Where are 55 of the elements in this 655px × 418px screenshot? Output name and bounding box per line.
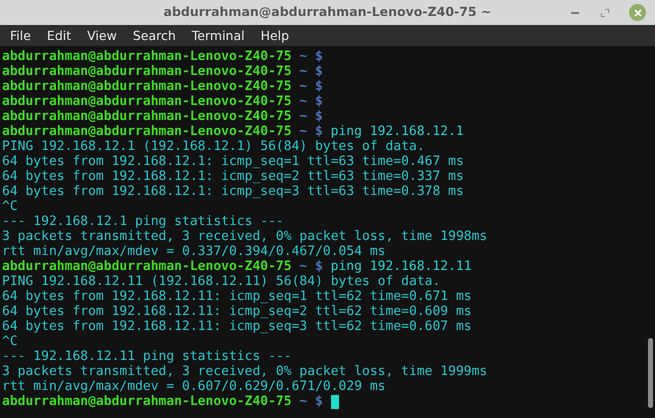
output-line: 64 bytes from 192.168.12.11: icmp_seq=2 ttl=62 time=0.609 ms <box>2 304 472 319</box>
maximize-icon <box>601 9 609 17</box>
prompt-user-host: abdurrahman@abdurrahman-Lenovo-Z40-75 <box>2 124 292 139</box>
prompt-user-host: abdurrahman@abdurrahman-Lenovo-Z40-75 <box>2 259 292 274</box>
window-title: abdurrahman@abdurrahman-Lenovo-Z40-75 ~ <box>164 3 492 22</box>
prompt-path: ~ <box>299 259 308 274</box>
output-line: --- 192.168.12.11 ping statistics --- <box>2 349 292 364</box>
output-line: rtt min/avg/max/mdev = 0.607/0.629/0.671/0.029 ms <box>2 379 386 394</box>
prompt-user-host: abdurrahman@abdurrahman-Lenovo-Z40-75 <box>2 109 292 124</box>
prompt-symbol: $ <box>315 49 323 64</box>
menu-item[interactable]: Edit <box>38 25 80 46</box>
prompt-symbol: $ <box>315 64 323 79</box>
output-line: 64 bytes from 192.168.12.11: icmp_seq=3 ttl=62 time=0.607 ms <box>2 319 472 334</box>
prompt-path: ~ <box>299 94 308 109</box>
menu-item[interactable]: File <box>2 25 39 46</box>
menu-item[interactable]: Search <box>124 25 184 46</box>
output-line: ^C <box>2 199 18 214</box>
command-text: ping 192.168.12.11 <box>330 259 472 274</box>
prompt-path: ~ <box>299 64 308 79</box>
prompt-symbol: $ <box>315 124 323 139</box>
prompt-path: ~ <box>299 109 308 124</box>
prompt-user-host: abdurrahman@abdurrahman-Lenovo-Z40-75 <box>2 94 292 109</box>
prompt-path: ~ <box>299 49 308 64</box>
output-line: PING 192.168.12.1 (192.168.12.1) 56(84) bytes of data. <box>2 139 425 154</box>
menu-item[interactable]: Help <box>252 25 298 46</box>
prompt-path: ~ <box>299 124 308 139</box>
maximize-button[interactable] <box>598 6 612 20</box>
prompt-symbol: $ <box>315 259 323 274</box>
prompt-user-host: abdurrahman@abdurrahman-Lenovo-Z40-75 <box>2 79 292 94</box>
prompt-symbol: $ <box>315 109 323 124</box>
scrollbar-thumb[interactable] <box>648 338 653 408</box>
output-line: 64 bytes from 192.168.12.1: icmp_seq=2 ttl=63 time=0.337 ms <box>2 169 464 184</box>
output-line: 64 bytes from 192.168.12.1: icmp_seq=3 ttl=63 time=0.378 ms <box>2 184 464 199</box>
prompt-symbol: $ <box>315 394 323 409</box>
prompt-path: ~ <box>299 394 308 409</box>
output-line: 64 bytes from 192.168.12.1: icmp_seq=1 ttl=63 time=0.467 ms <box>2 154 464 169</box>
output-line: 64 bytes from 192.168.12.11: icmp_seq=1 ttl=62 time=0.671 ms <box>2 289 472 304</box>
prompt-user-host: abdurrahman@abdurrahman-Lenovo-Z40-75 <box>2 394 292 409</box>
output-line: 3 packets transmitted, 3 received, 0% packet loss, time 1999ms <box>2 364 488 379</box>
prompt-symbol: $ <box>315 94 323 109</box>
output-line: 3 packets transmitted, 3 received, 0% packet loss, time 1998ms <box>2 229 488 244</box>
prompt-user-host: abdurrahman@abdurrahman-Lenovo-Z40-75 <box>2 64 292 79</box>
menu-item[interactable]: Terminal <box>184 25 253 46</box>
output-line: --- 192.168.12.1 ping statistics --- <box>2 214 284 229</box>
minimize-icon <box>571 12 579 14</box>
prompt-path: ~ <box>299 79 308 94</box>
close-icon <box>634 8 642 16</box>
command-text: ping 192.168.12.1 <box>330 124 464 139</box>
prompt-symbol: $ <box>315 79 323 94</box>
menu-item[interactable]: View <box>79 25 125 46</box>
output-line: rtt min/avg/max/mdev = 0.337/0.394/0.467/0.054 ms <box>2 244 386 259</box>
output-line: PING 192.168.12.11 (192.168.12.11) 56(84) bytes of data. <box>2 274 440 289</box>
prompt-user-host: abdurrahman@abdurrahman-Lenovo-Z40-75 <box>2 49 292 64</box>
output-line: ^C <box>2 334 18 349</box>
close-button[interactable] <box>629 4 646 21</box>
